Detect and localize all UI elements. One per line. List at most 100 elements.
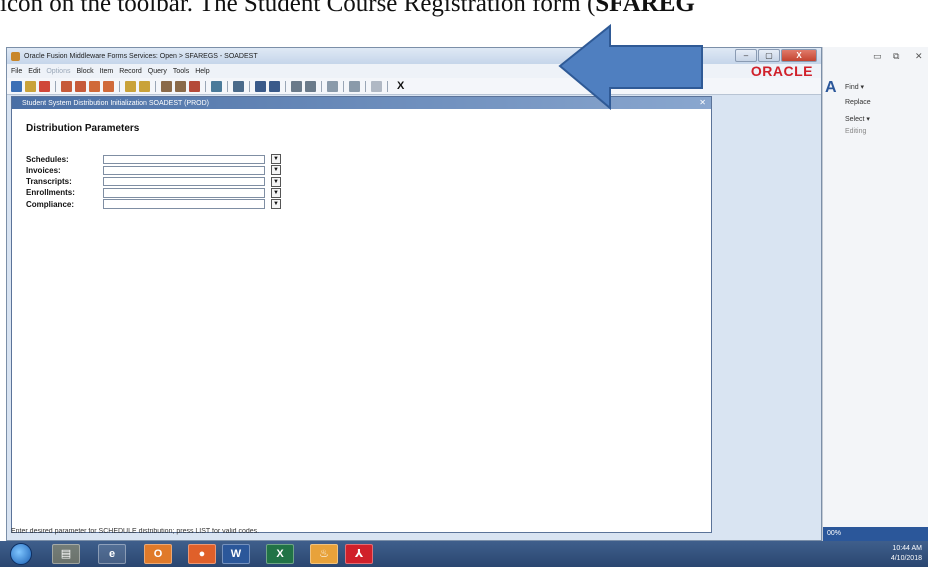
firefox-icon[interactable]: ● [188,544,216,564]
menu-tools[interactable]: Tools [173,68,189,75]
list-icon[interactable] [211,80,222,92]
app-window: Oracle Fusion Middleware Forms Services:… [6,47,822,541]
menu-help[interactable]: Help [195,68,209,75]
acrobat-icon[interactable]: ⅄ [345,544,373,564]
window-controls: – ▢ X [735,49,817,62]
toolbar-separator [249,80,250,92]
attachment-icon[interactable] [327,80,338,92]
blue-arrow-icon [558,23,703,110]
field-label: Schedules: [26,154,69,164]
transcripts-input[interactable] [103,176,265,187]
compliance-input[interactable] [103,199,265,209]
field-row-enrollments: Enrollments: ▼ [26,187,697,199]
maximize-button[interactable]: ▢ [758,49,780,62]
select-button[interactable]: Select ▾ [845,115,870,123]
dropdown-icon[interactable]: ▼ [271,154,281,165]
replace-button[interactable]: Replace [845,99,871,106]
rollback-icon[interactable] [25,80,36,92]
exit-button[interactable]: X [397,80,404,92]
field-label: Invoices: [26,165,61,175]
toolbar-separator [321,80,322,92]
menu-query[interactable]: Query [148,68,167,75]
ribbon-minimize-icon[interactable]: ▭ [873,51,882,62]
background-word-ribbon: ▭ ⧉ ✕ A Find ▾ Replace Select ▾ Editing … [822,47,928,541]
screen: icon on the toolbar. The Student Course … [0,0,928,567]
file-explorer-icon[interactable]: ▤ [52,544,80,564]
start-button[interactable] [10,543,32,565]
toolbar-separator [365,80,366,92]
find-button[interactable]: Find ▾ [845,83,864,91]
menu-record[interactable]: Record [119,68,142,75]
dropdown-icon[interactable]: ▼ [271,176,281,187]
field-row-transcripts: Transcripts: ▼ [26,176,697,187]
caption-text: icon on the toolbar. The Student Course … [0,0,596,17]
editing-group-label: Editing [845,128,867,135]
dropdown-icon[interactable]: ▼ [271,199,281,209]
menu-block[interactable]: Block [76,68,93,75]
menu-options[interactable]: Options [46,68,70,75]
ribbon-close-icon[interactable]: ✕ [915,51,923,62]
field-row-schedules: Schedules: ▼ [26,154,697,165]
dropdown-icon[interactable]: ▼ [271,165,281,176]
help-icon[interactable] [291,80,302,92]
dynamic-help-icon[interactable] [305,80,316,92]
ribbon-restore-icon[interactable]: ⧉ [893,51,899,62]
menu-edit[interactable]: Edit [28,68,40,75]
exit-block-icon[interactable] [349,80,360,92]
search-icon[interactable] [255,80,266,92]
field-label: Transcripts: [26,177,72,187]
field-row-invoices: Invoices: ▼ [26,165,697,176]
minimize-button[interactable]: – [735,49,757,62]
form-title: Student System Distribution Initializati… [22,99,209,107]
enter-query-icon[interactable] [161,80,172,92]
toolbar-separator [119,80,120,92]
taskbar: ▤ e O ● W X ♨ ⅄ 10:44 AM 4/10/2018 [0,541,928,567]
toolbar-separator [227,80,228,92]
clock-date[interactable]: 4/10/2018 [891,554,922,564]
toolbar-separator [55,80,56,92]
toolbar-separator [387,80,388,92]
office-icon[interactable]: O [144,544,172,564]
invoices-input[interactable] [103,165,265,176]
delete-record-icon[interactable] [139,80,150,92]
next-block-icon[interactable] [75,80,86,92]
zoom-level[interactable]: 00% [823,527,928,541]
clock-time[interactable]: 10:44 AM [891,544,922,554]
cancel-query-icon[interactable] [189,80,200,92]
save-icon[interactable] [11,80,22,92]
toolbar-separator [205,80,206,92]
close-button[interactable]: X [781,49,817,62]
form-body: Distribution Parameters Schedules: ▼ Inv… [12,109,711,224]
print-icon[interactable] [39,80,50,92]
app-icon [11,51,20,61]
field-label: Compliance: [26,199,75,209]
document-caption: icon on the toolbar. The Student Course … [0,0,928,28]
options-icon[interactable] [269,80,280,92]
next-record-icon[interactable] [103,80,114,92]
previous-record-icon[interactable] [89,80,100,92]
system-tray: 10:44 AM 4/10/2018 [891,544,922,564]
excel-icon[interactable]: X [266,544,294,564]
window-title: Oracle Fusion Middleware Forms Services:… [24,52,258,60]
onlinehelp-icon[interactable] [371,80,382,92]
enrollments-input[interactable] [103,188,265,198]
oracle-logo: ORACLE [750,63,813,79]
insert-record-icon[interactable] [125,80,136,92]
styles-icon[interactable]: A [825,79,837,97]
count-icon[interactable] [233,80,244,92]
previous-block-icon[interactable] [61,80,72,92]
toolbar-separator [155,80,156,92]
java-icon[interactable]: ♨ [310,544,338,564]
dropdown-icon[interactable]: ▼ [271,187,281,198]
internet-explorer-icon[interactable]: e [98,544,126,564]
menu-file[interactable]: File [11,68,22,75]
word-icon[interactable]: W [222,544,250,564]
execute-query-icon[interactable] [175,80,186,92]
form-window: Student System Distribution Initializati… [11,96,712,533]
toolbar-separator [285,80,286,92]
caption-bold: SFAREG [595,0,695,17]
menu-item[interactable]: Item [100,68,114,75]
schedules-input[interactable] [103,154,265,164]
status-bar: Enter desired parameter for SCHEDULE dis… [11,528,260,535]
field-label: Enrollments: [26,188,75,198]
